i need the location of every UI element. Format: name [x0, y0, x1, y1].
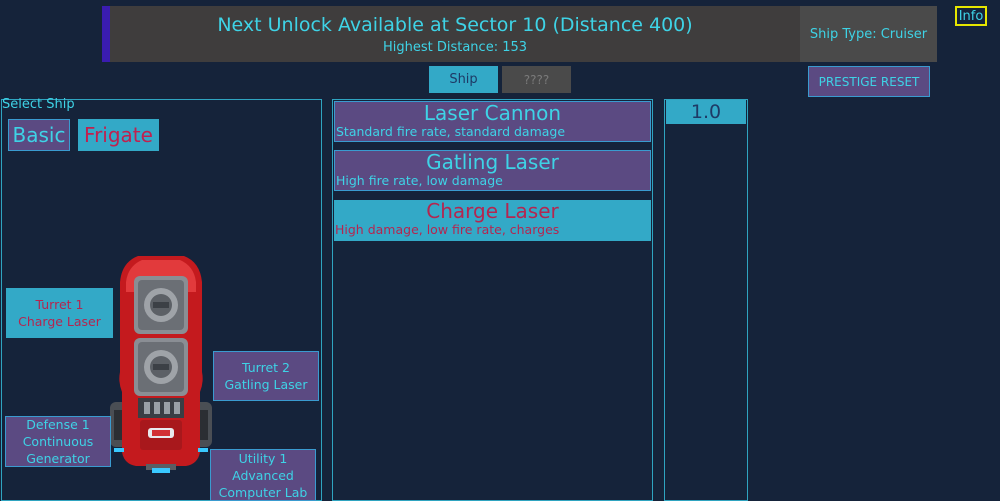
highest-distance-text: Highest Distance: 153	[382, 40, 528, 55]
weapon-name: Charge Laser	[426, 199, 559, 223]
select-ship-label: Select Ship	[2, 97, 75, 112]
tab-ship[interactable]: Ship	[429, 66, 498, 93]
slot-name: Turret 1	[35, 297, 84, 312]
weapon-option-gatling-laser[interactable]: Gatling Laser High fire rate, low damage	[334, 150, 651, 191]
ship-option-frigate[interactable]: Frigate	[78, 119, 159, 151]
weapon-name: Laser Cannon	[423, 101, 562, 125]
tab-locked[interactable]: ????	[502, 66, 571, 93]
weapon-option-laser-cannon[interactable]: Laser Cannon Standard fire rate, standar…	[334, 101, 651, 142]
weapon-name: Gatling Laser	[426, 150, 559, 174]
weapon-description: Standard fire rate, standard damage	[336, 124, 566, 139]
slot-name: Defense 1	[26, 417, 90, 432]
slot-turret-1[interactable]: Turret 1 Charge Laser	[6, 288, 113, 338]
stats-panel	[664, 99, 748, 501]
frigate-ship-icon	[110, 256, 212, 473]
slot-utility-1[interactable]: Utility 1 Advanced Computer Lab	[210, 449, 316, 501]
ship-type-label: Ship Type: Cruiser	[800, 6, 937, 62]
weapon-option-charge-laser[interactable]: Charge Laser High damage, low fire rate,…	[334, 200, 651, 241]
slot-name: Turret 2	[242, 360, 290, 375]
slot-equipment: Gatling Laser	[224, 377, 308, 392]
slot-defense-1[interactable]: Defense 1 Continuous Generator	[5, 416, 111, 467]
next-unlock-text: Next Unlock Available at Sector 10 (Dist…	[217, 14, 693, 36]
slot-equipment: Advanced	[232, 467, 294, 483]
slot-name: Utility 1	[238, 450, 288, 466]
prestige-reset-button[interactable]: PRESTIGE RESET	[808, 66, 930, 97]
weapon-description: High damage, low fire rate, charges	[335, 222, 560, 237]
info-button[interactable]: Info	[955, 6, 987, 26]
slot-turret-2[interactable]: Turret 2 Gatling Laser	[213, 351, 319, 401]
slot-equipment-line2: Generator	[26, 451, 90, 466]
level-value: 1.0	[666, 100, 746, 124]
weapon-description: High fire rate, low damage	[336, 173, 503, 188]
slot-equipment: Continuous	[22, 434, 94, 449]
unlock-banner: Next Unlock Available at Sector 10 (Dist…	[110, 6, 800, 62]
ship-option-basic[interactable]: Basic	[8, 119, 70, 151]
slot-equipment-line2: Computer Lab	[218, 484, 308, 500]
slot-equipment: Charge Laser	[18, 314, 101, 329]
banner-edge	[102, 6, 110, 62]
